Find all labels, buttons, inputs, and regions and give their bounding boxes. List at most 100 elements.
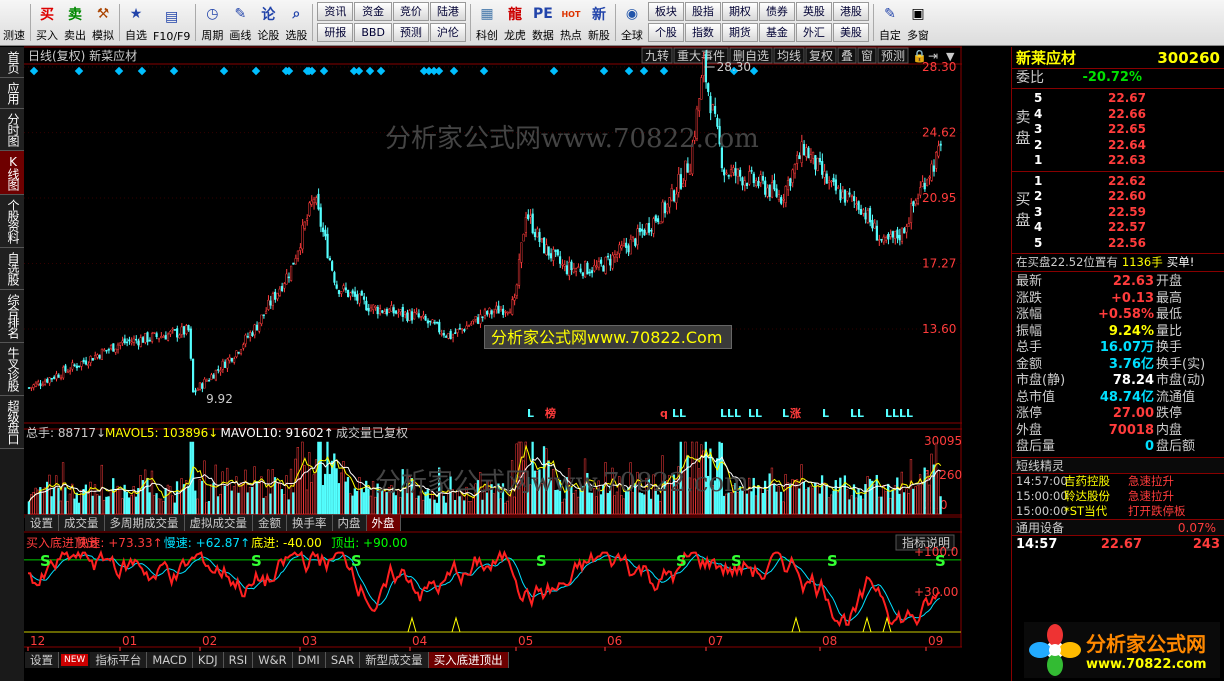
toolbar-btn2-3[interactable]: HOT 热点 [557, 0, 585, 45]
indicator-tab[interactable]: DMI [292, 652, 326, 668]
grid2-btn[interactable]: 指数 [684, 23, 721, 42]
indicator-tab[interactable]: 新型成交量 [360, 652, 429, 668]
toolbar-btn-0[interactable]: 测速 [0, 0, 28, 45]
grid1-btn[interactable]: 预测 [392, 23, 429, 42]
indicator-tab[interactable]: MACD [147, 652, 193, 668]
leftnav-item[interactable]: 综合排名 [0, 290, 24, 343]
grid1-btn[interactable]: 沪伦 [429, 23, 466, 42]
leftnav-item[interactable]: 超级盘口 [0, 396, 24, 449]
toolbar-btn-4[interactable]: ★ 自选 [122, 0, 150, 45]
toolbar-btn-8[interactable]: 论论股 [254, 0, 282, 45]
indicator-tab[interactable]: 指标平台 [90, 652, 148, 668]
leftnav-item[interactable]: 自选股 [0, 248, 24, 290]
kline-header-button[interactable]: 预测 [877, 47, 909, 64]
global-button[interactable]: ◉ 全球 [618, 0, 646, 45]
kline-header-button[interactable]: 叠 [837, 47, 857, 64]
dropdown-icon[interactable]: ▼ [946, 50, 955, 63]
kline-header-button[interactable]: 九转 [641, 47, 673, 64]
kline-header-button[interactable]: 窗 [857, 47, 877, 64]
grid2-btn[interactable]: 债券 [758, 2, 795, 21]
volume-tab[interactable]: 多周期成交量 [104, 515, 185, 531]
toolbar-btn2-1[interactable]: 龍龙虎 [501, 0, 529, 45]
indicator-tab[interactable]: SAR [325, 652, 361, 668]
leftnav-item[interactable]: 应用 [0, 78, 24, 109]
order-level[interactable]: 5 22.56 [1034, 236, 1224, 252]
toolbar-btn-5[interactable]: ▤ F10/F9 [150, 0, 193, 45]
leftnav-item[interactable]: 个股资料 [0, 195, 24, 248]
order-level[interactable]: 1 22.63 [1034, 153, 1224, 169]
grid1-btn[interactable]: 资金 [354, 2, 392, 21]
kline-header-button[interactable]: 复权 [805, 47, 837, 64]
event-label[interactable]: LLLL [885, 407, 913, 420]
event-label[interactable]: LLL [720, 407, 741, 420]
grid2-btn[interactable]: 个股 [647, 23, 684, 42]
order-level[interactable]: 4 22.66 [1034, 107, 1224, 123]
indicator-tab[interactable]: KDJ [192, 652, 224, 668]
grid1-btn[interactable]: 竞价 [392, 2, 429, 21]
event-label[interactable]: 涨 [790, 406, 801, 420]
toolbar-btn-9[interactable]: ⌕ 选股 [282, 0, 310, 45]
event-label[interactable]: LL [850, 407, 864, 420]
leftnav-item[interactable]: 首页 [0, 47, 24, 78]
toolbar-btn-3[interactable]: ⚒ 模拟 [89, 0, 117, 45]
toolbar-btn-7[interactable]: ✎ 画线 [226, 0, 254, 45]
volume-tab[interactable]: 外盘 [366, 515, 401, 531]
indicator-tab[interactable]: 买入底进顶出 [428, 652, 509, 668]
event-label[interactable]: L [822, 407, 829, 420]
leftnav-item[interactable]: 牛叉诊股 [0, 343, 24, 396]
lock-icon[interactable]: 🔒 [912, 49, 927, 63]
toolbar-btn2-0[interactable]: ▦ 科创 [473, 0, 501, 45]
grid2-btn[interactable]: 外汇 [795, 23, 832, 42]
order-level[interactable]: 3 22.59 [1034, 205, 1224, 221]
spirit-item[interactable]: 14:57:00 吉药控股 急速拉升 [1012, 474, 1224, 489]
grid2-btn[interactable]: 股指 [684, 2, 721, 21]
volume-tab[interactable]: 虚拟成交量 [184, 515, 253, 531]
event-label[interactable]: 榜 [545, 406, 556, 420]
order-level[interactable]: 5 22.67 [1034, 91, 1224, 107]
indicator-tab[interactable]: W&R [253, 652, 293, 668]
indicator-tab[interactable]: NEW [61, 654, 89, 666]
grid2-btn[interactable]: 板块 [647, 2, 684, 21]
leftnav-item[interactable]: 分时图 [0, 109, 24, 151]
event-label[interactable]: LL [672, 407, 686, 420]
custom-button[interactable]: ✎ 自定 [876, 0, 904, 45]
volume-tab[interactable]: 内盘 [332, 515, 367, 531]
leftnav-item[interactable]: K线图 [0, 151, 24, 195]
order-level[interactable]: 4 22.57 [1034, 220, 1224, 236]
order-level[interactable]: 2 22.64 [1034, 138, 1224, 154]
toolbar-btn2-2[interactable]: PE 数据 [529, 0, 557, 45]
grid1-btn[interactable]: BBD [354, 23, 392, 42]
grid2-btn[interactable]: 港股 [832, 2, 869, 21]
event-label[interactable]: q [660, 407, 668, 420]
grid2-btn[interactable]: 英股 [795, 2, 832, 21]
grid2-btn[interactable]: 期货 [721, 23, 758, 42]
volume-tab[interactable]: 换手率 [287, 515, 333, 531]
toolbar-btn-1[interactable]: 买买入 [33, 0, 61, 45]
spirit-item[interactable]: 15:00:00 *ST当代 打开跌停板 [1012, 504, 1224, 519]
volume-tab[interactable]: 成交量 [59, 515, 105, 531]
grid2-btn[interactable]: 期权 [721, 2, 758, 21]
volume-tab[interactable]: 金额 [253, 515, 287, 531]
grid1-btn[interactable]: 资讯 [317, 2, 354, 21]
grid2-btn[interactable]: 基金 [758, 23, 795, 42]
toolbar-btn-6[interactable]: ◷ 周期 [198, 0, 226, 45]
kline-chart[interactable]: 28.3024.6220.9517.2713.60日线(复权) 新菜应材 九转 重大… [24, 46, 962, 681]
grid2-btn[interactable]: 美股 [832, 23, 869, 42]
event-label[interactable]: LL [748, 407, 762, 420]
toolbar-btn2-4[interactable]: 新新股 [585, 0, 613, 45]
spirit-item[interactable]: 15:00:00 聆达股份 急速拉升 [1012, 489, 1224, 504]
grid1-btn[interactable]: 研报 [317, 23, 354, 42]
spirit-title[interactable]: 短线精灵 [1012, 456, 1224, 474]
kline-header-button[interactable]: 均线 [773, 47, 805, 64]
order-level[interactable]: 1 22.62 [1034, 174, 1224, 190]
more-windows-button[interactable]: ▣ 多窗 [904, 0, 932, 45]
toolbar-btn-2[interactable]: 卖卖出 [61, 0, 89, 45]
indicator-tab[interactable]: 设置 [25, 652, 59, 668]
event-label[interactable]: L [782, 407, 789, 420]
grid1-btn[interactable]: 陆港 [429, 2, 466, 21]
chart-area[interactable]: 28.30 24.62 20.95 17.27 13.60 日线(复权) 新菜应材 九转 重大… [24, 46, 962, 681]
sector-row[interactable]: 通用设备 0.07% [1012, 518, 1224, 536]
indicator-tab[interactable]: RSI [223, 652, 254, 668]
volume-tab[interactable]: 设置 [25, 515, 59, 531]
exit-icon[interactable]: ⇥ [928, 49, 938, 63]
